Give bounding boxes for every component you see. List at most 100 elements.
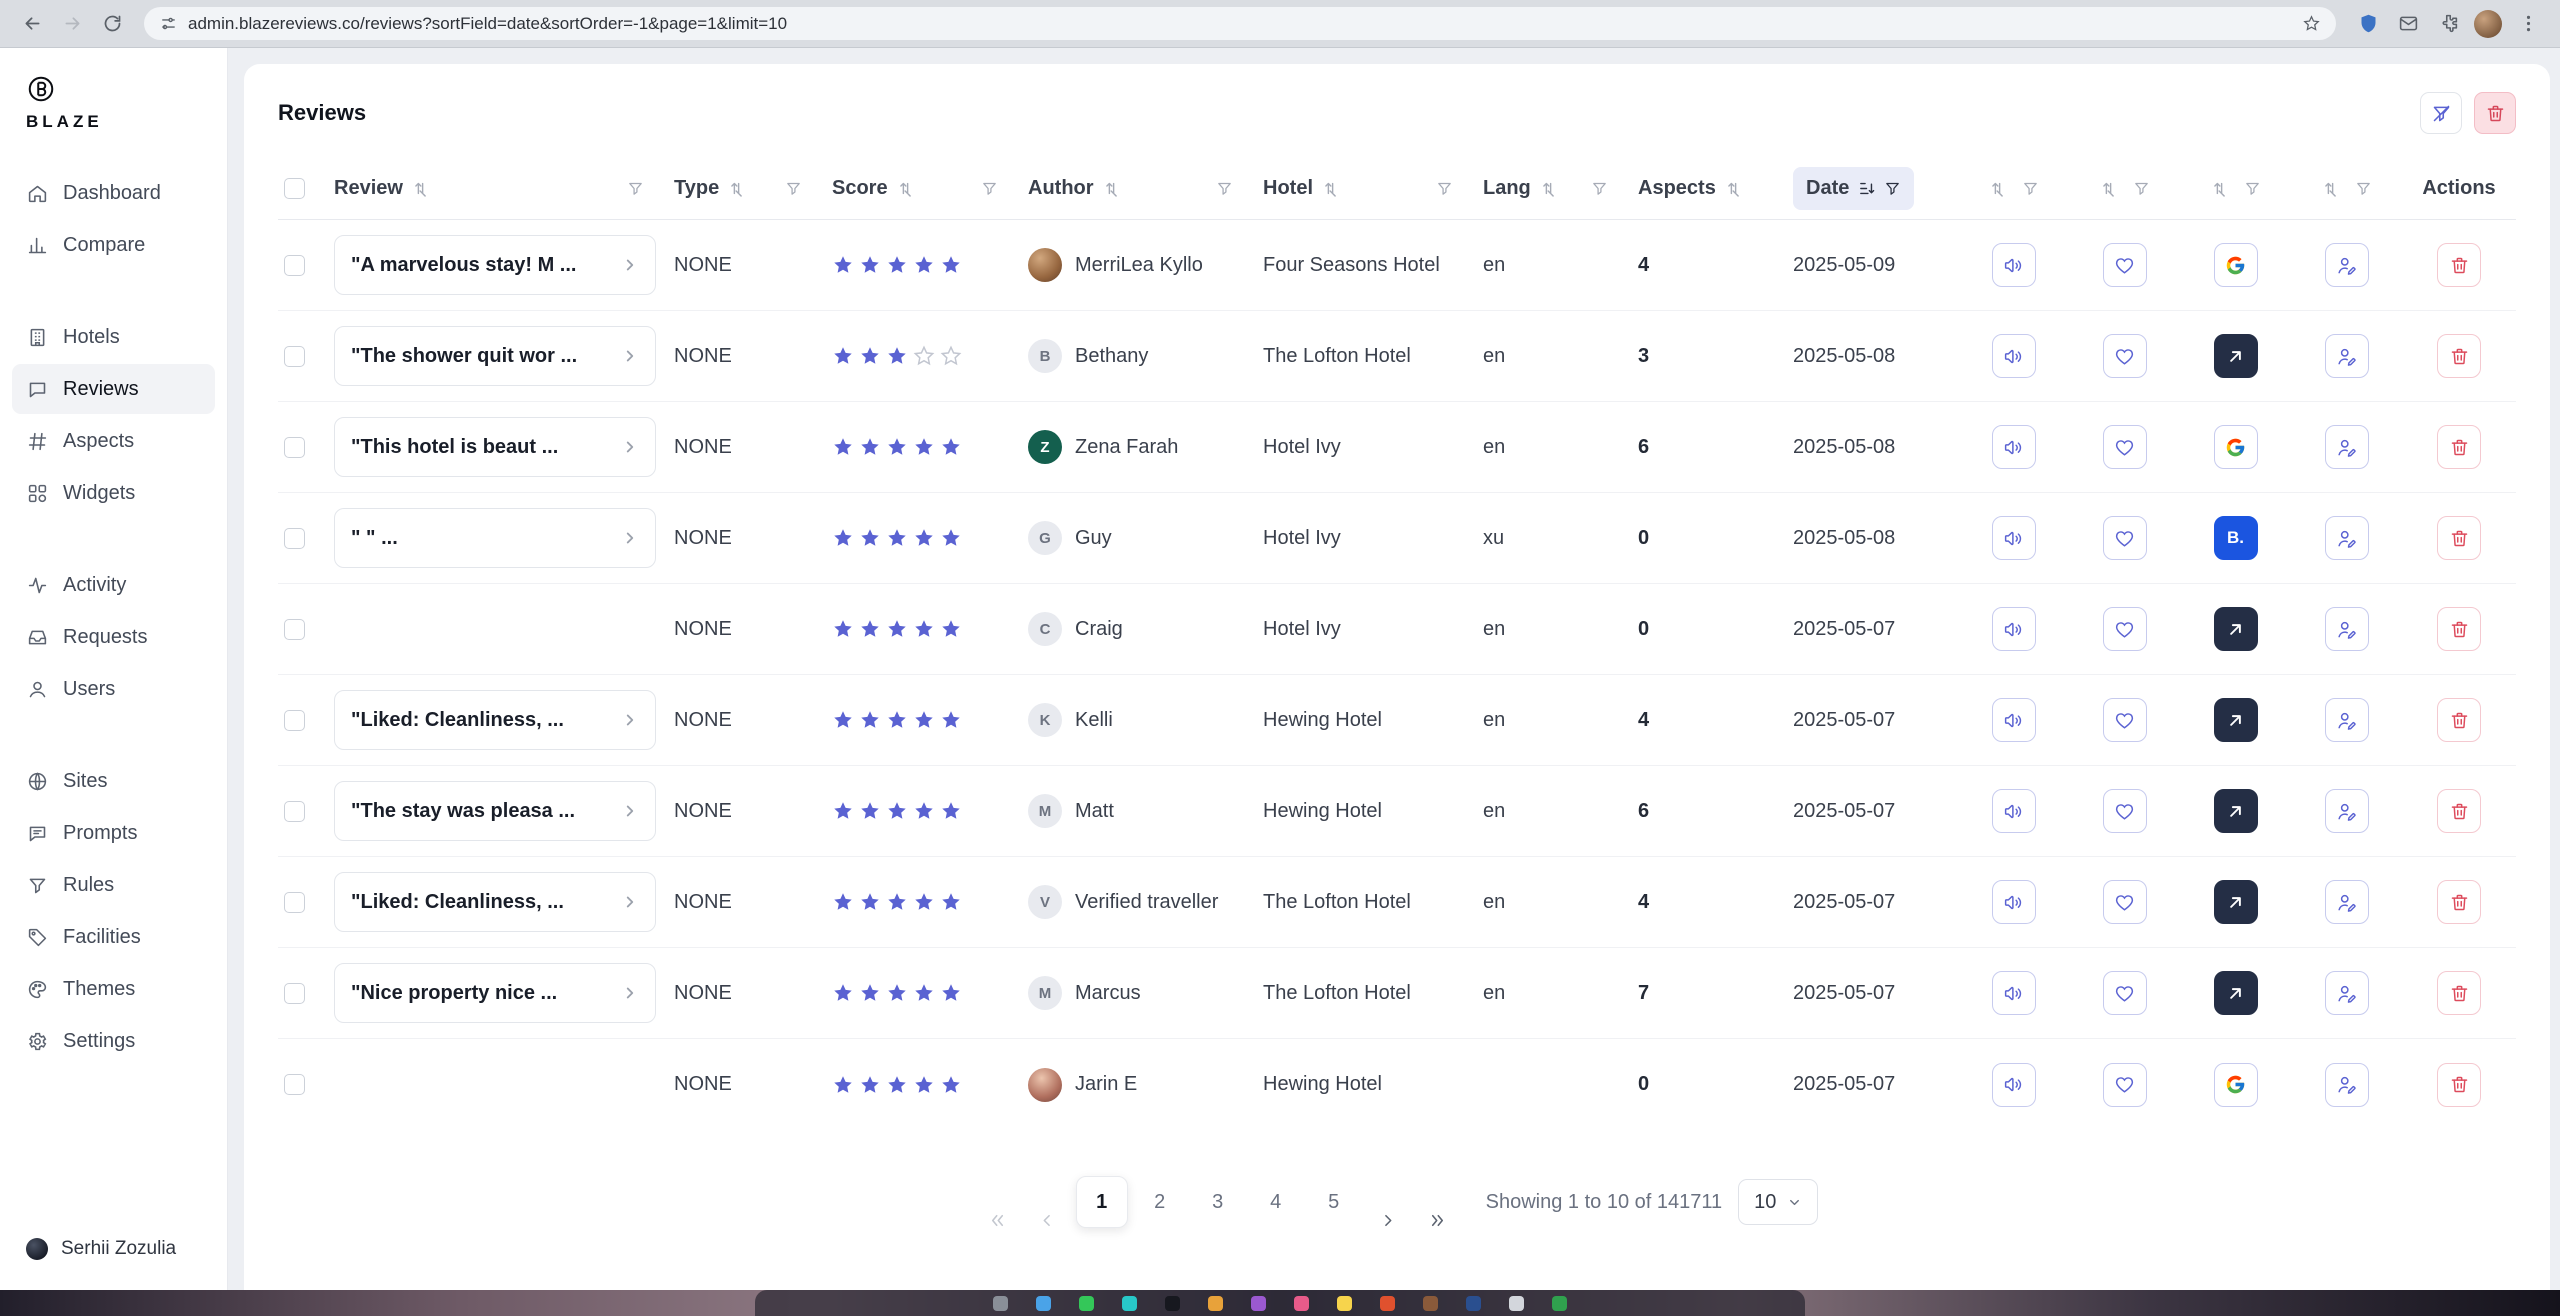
delete-row-button[interactable] bbox=[2437, 607, 2481, 651]
review-preview-button[interactable]: "The shower quit wor ... bbox=[334, 326, 656, 386]
sort-icon[interactable] bbox=[412, 180, 429, 197]
delete-row-button[interactable] bbox=[2437, 243, 2481, 287]
assign-button[interactable] bbox=[2325, 698, 2369, 742]
dock-app-icon[interactable] bbox=[1466, 1296, 1481, 1311]
dock-app-icon[interactable] bbox=[1337, 1296, 1352, 1311]
dock-app-icon[interactable] bbox=[1380, 1296, 1395, 1311]
delete-row-button[interactable] bbox=[2437, 1063, 2481, 1107]
source-button-external[interactable] bbox=[2214, 334, 2258, 378]
row-checkbox[interactable] bbox=[284, 619, 305, 640]
first-page-button[interactable] bbox=[976, 1194, 1020, 1246]
filter-icon[interactable] bbox=[627, 180, 644, 197]
password-manager-icon[interactable] bbox=[2350, 6, 2386, 42]
browser-menu-icon[interactable] bbox=[2510, 6, 2546, 42]
source-button-external[interactable] bbox=[2214, 971, 2258, 1015]
review-preview-button[interactable]: "Liked: Cleanliness, ... bbox=[334, 690, 656, 750]
extensions-puzzle-icon[interactable] bbox=[2430, 6, 2466, 42]
row-checkbox[interactable] bbox=[284, 1074, 305, 1095]
assign-button[interactable] bbox=[2325, 425, 2369, 469]
favorite-button[interactable] bbox=[2103, 334, 2147, 378]
respond-button[interactable] bbox=[1992, 698, 2036, 742]
delete-row-button[interactable] bbox=[2437, 880, 2481, 924]
favorite-button[interactable] bbox=[2103, 971, 2147, 1015]
delete-row-button[interactable] bbox=[2437, 516, 2481, 560]
filter-icon[interactable] bbox=[1436, 180, 1453, 197]
favorite-button[interactable] bbox=[2103, 243, 2147, 287]
dock-app-icon[interactable] bbox=[1294, 1296, 1309, 1311]
assign-button[interactable] bbox=[2325, 880, 2369, 924]
dock-app-icon[interactable] bbox=[993, 1296, 1008, 1311]
sidebar-item-sites[interactable]: Sites bbox=[12, 756, 215, 806]
review-preview-button[interactable]: " " ... bbox=[334, 508, 656, 568]
source-button-google[interactable] bbox=[2214, 243, 2258, 287]
dock-app-icon[interactable] bbox=[1165, 1296, 1180, 1311]
filter-icon[interactable] bbox=[785, 180, 802, 197]
column-header-actions[interactable]: Actions bbox=[2402, 177, 2516, 200]
column-header-score[interactable]: Score bbox=[832, 177, 1028, 200]
page-button-5[interactable]: 5 bbox=[1308, 1176, 1360, 1228]
row-checkbox[interactable] bbox=[284, 801, 305, 822]
assign-button[interactable] bbox=[2325, 516, 2369, 560]
source-button-external[interactable] bbox=[2214, 698, 2258, 742]
review-preview-button[interactable]: "Nice property nice ... bbox=[334, 963, 656, 1023]
column-header-review[interactable]: Review bbox=[334, 177, 674, 200]
delete-row-button[interactable] bbox=[2437, 789, 2481, 833]
assign-button[interactable] bbox=[2325, 971, 2369, 1015]
sidebar-item-widgets[interactable]: Widgets bbox=[12, 468, 215, 518]
sidebar-item-prompts[interactable]: Prompts bbox=[12, 808, 215, 858]
row-checkbox[interactable] bbox=[284, 346, 305, 367]
respond-button[interactable] bbox=[1992, 516, 2036, 560]
delete-row-button[interactable] bbox=[2437, 971, 2481, 1015]
column-header-hotel[interactable]: Hotel bbox=[1263, 177, 1483, 200]
review-preview-button[interactable]: "Liked: Cleanliness, ... bbox=[334, 872, 656, 932]
favorite-button[interactable] bbox=[2103, 880, 2147, 924]
sort-icon[interactable] bbox=[728, 180, 745, 197]
row-checkbox[interactable] bbox=[284, 255, 305, 276]
sidebar-user[interactable]: Serhii Zozulia bbox=[0, 1238, 227, 1260]
page-size-select[interactable]: 10 bbox=[1738, 1179, 1818, 1225]
sidebar-item-activity[interactable]: Activity bbox=[12, 560, 215, 610]
filter-icon[interactable] bbox=[2355, 180, 2372, 197]
favorite-button[interactable] bbox=[2103, 698, 2147, 742]
favorite-button[interactable] bbox=[2103, 516, 2147, 560]
column-header-lang[interactable]: Lang bbox=[1483, 177, 1638, 200]
sidebar-item-themes[interactable]: Themes bbox=[12, 964, 215, 1014]
respond-button[interactable] bbox=[1992, 1063, 2036, 1107]
sort-icon[interactable] bbox=[1989, 180, 2006, 197]
page-button-2[interactable]: 2 bbox=[1134, 1176, 1186, 1228]
dock-app-icon[interactable] bbox=[1079, 1296, 1094, 1311]
row-checkbox[interactable] bbox=[284, 983, 305, 1004]
select-all-checkbox[interactable] bbox=[284, 178, 305, 199]
sidebar-item-reviews[interactable]: Reviews bbox=[12, 364, 215, 414]
column-header-author[interactable]: Author bbox=[1028, 177, 1263, 200]
favorite-button[interactable] bbox=[2103, 789, 2147, 833]
sort-desc-icon[interactable] bbox=[1858, 180, 1875, 197]
delete-row-button[interactable] bbox=[2437, 334, 2481, 378]
sort-icon[interactable] bbox=[897, 180, 914, 197]
respond-button[interactable] bbox=[1992, 425, 2036, 469]
assign-button[interactable] bbox=[2325, 243, 2369, 287]
sort-icon[interactable] bbox=[1103, 180, 1120, 197]
filter-icon[interactable] bbox=[2133, 180, 2150, 197]
page-button-1[interactable]: 1 bbox=[1076, 1176, 1128, 1228]
sort-icon[interactable] bbox=[2100, 180, 2117, 197]
page-button-4[interactable]: 4 bbox=[1250, 1176, 1302, 1228]
sidebar-item-compare[interactable]: Compare bbox=[12, 220, 215, 270]
sidebar-item-requests[interactable]: Requests bbox=[12, 612, 215, 662]
dock-app-icon[interactable] bbox=[1251, 1296, 1266, 1311]
sidebar-item-settings[interactable]: Settings bbox=[12, 1016, 215, 1066]
dock-app-icon[interactable] bbox=[1122, 1296, 1137, 1311]
bulk-delete-button[interactable] bbox=[2474, 92, 2516, 134]
sidebar-item-dashboard[interactable]: Dashboard bbox=[12, 168, 215, 218]
back-icon[interactable] bbox=[14, 6, 50, 42]
favorite-button[interactable] bbox=[2103, 607, 2147, 651]
assign-button[interactable] bbox=[2325, 334, 2369, 378]
reload-icon[interactable] bbox=[94, 6, 130, 42]
filter-icon[interactable] bbox=[2244, 180, 2261, 197]
sidebar-item-aspects[interactable]: Aspects bbox=[12, 416, 215, 466]
filter-icon[interactable] bbox=[1884, 180, 1901, 197]
prev-page-button[interactable] bbox=[1026, 1194, 1070, 1246]
dock-app-icon[interactable] bbox=[1423, 1296, 1438, 1311]
row-checkbox[interactable] bbox=[284, 528, 305, 549]
column-header-type[interactable]: Type bbox=[674, 177, 832, 200]
